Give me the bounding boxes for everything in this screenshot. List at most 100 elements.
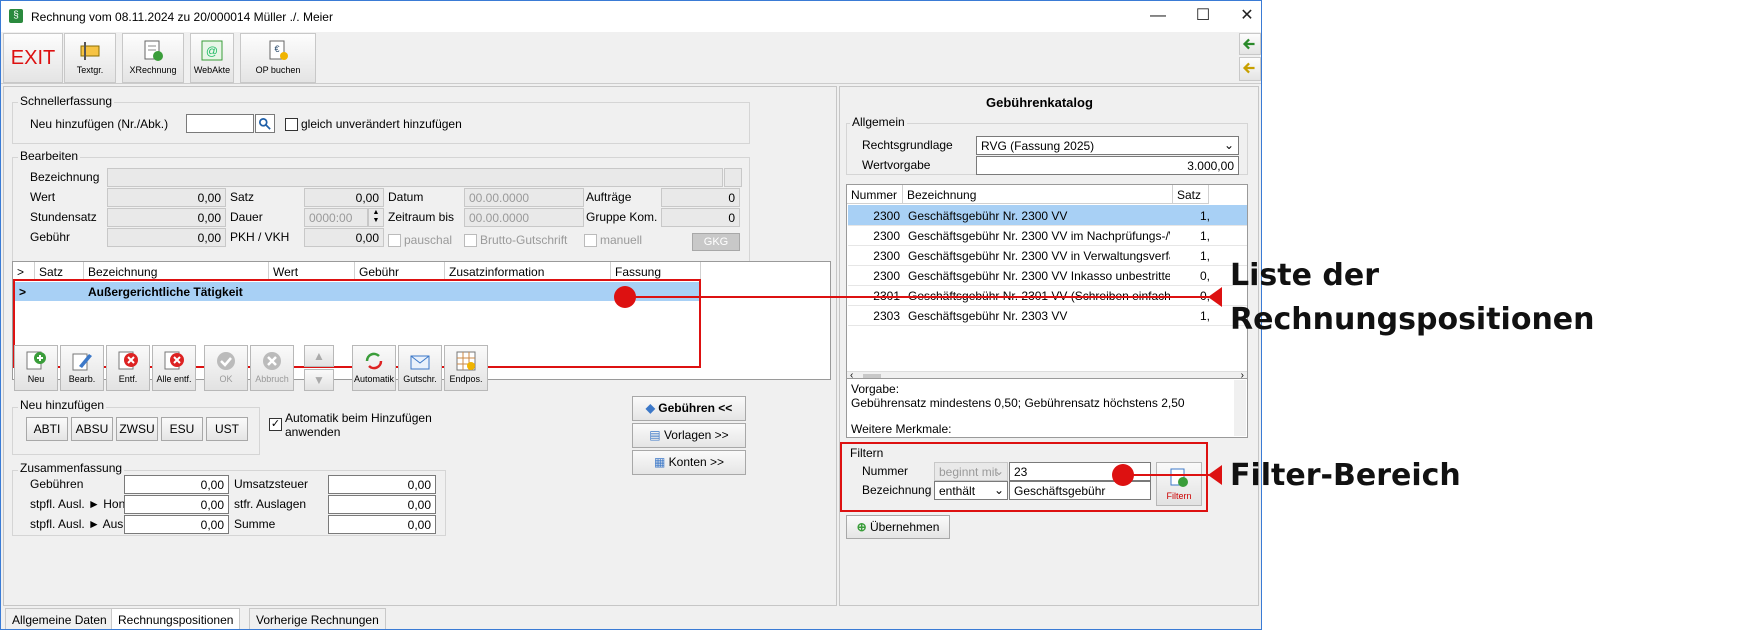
- refresh-icon: [365, 352, 383, 370]
- zwsu-button[interactable]: ZWSU: [116, 417, 158, 441]
- alle-entf-button[interactable]: Alle entf.: [152, 345, 196, 391]
- katalog-row[interactable]: 2300 Geschäftsgebühr Nr. 2300 VV Inkasso …: [848, 265, 1247, 286]
- esu-button[interactable]: ESU: [161, 417, 203, 441]
- delete-all-icon: [164, 351, 184, 370]
- close-button[interactable]: ✕: [1232, 5, 1261, 27]
- summe-field: 0,00: [328, 515, 436, 534]
- textgr-button[interactable]: Textgr.: [64, 33, 116, 83]
- stundensatz-field: 0,00: [107, 208, 226, 227]
- webakte-label: WebAkte: [193, 65, 231, 75]
- move-up-icon[interactable]: ▲: [304, 345, 334, 367]
- pkh-field: 0,00: [304, 228, 384, 247]
- bearb-button[interactable]: Bearb.: [60, 345, 104, 391]
- move-down-icon[interactable]: ▼: [304, 369, 334, 391]
- op-buchen-icon: €: [269, 40, 288, 60]
- absu-button[interactable]: ABSU: [71, 417, 113, 441]
- katalog-row[interactable]: 2300 Geschäftsgebühr Nr. 2300 VV in Verwa…: [848, 245, 1247, 266]
- vorgabe-textarea[interactable]: Vorgabe: Gebührensatz mindestens 0,50; G…: [846, 378, 1248, 438]
- stundensatz-label: Stundensatz: [30, 210, 97, 224]
- automatik-checkbox[interactable]: ✓: [269, 418, 282, 431]
- toolbar: EXIT Textgr. XRechnung @ WebAkte € OP bu…: [1, 32, 1261, 84]
- neu-button[interactable]: Neu: [14, 345, 58, 391]
- filter-bezeichnung-input[interactable]: Geschäftsgebühr: [1009, 481, 1151, 500]
- col-header-katalog-satz[interactable]: Satz: [1173, 185, 1209, 204]
- filter-nummer-label: Nummer: [862, 464, 909, 478]
- annotation-liste-line1: Liste der: [1230, 258, 1380, 293]
- katalog-bezeichnung: Geschäftsgebühr Nr. 2300 VV im Nachprüfu…: [908, 229, 1170, 243]
- abbruch-label: Abbruch: [255, 374, 289, 384]
- chevron-down-icon: ⌄: [993, 464, 1004, 478]
- auftraege-field: 0: [661, 188, 740, 207]
- endpos-button[interactable]: Endpos.: [444, 345, 488, 391]
- brutto-checkbox[interactable]: [464, 234, 477, 247]
- bezeichnung-field: [107, 168, 723, 187]
- katalog-satz: 1,: [1200, 209, 1211, 223]
- pauschal-checkbox[interactable]: [388, 234, 401, 247]
- tag-icon: ◆: [645, 401, 659, 415]
- op-buchen-button[interactable]: € OP buchen: [240, 33, 316, 83]
- xrechnung-button[interactable]: XRechnung: [122, 33, 184, 83]
- envelope-icon: [410, 355, 430, 370]
- ausl-field: 0,00: [124, 515, 229, 534]
- col-header-nummer[interactable]: Nummer: [847, 185, 903, 204]
- wert-label: Wert: [30, 190, 56, 204]
- automatik-label-line1: Automatik beim Hinzufügen: [285, 411, 432, 425]
- minimize-button[interactable]: —: [1143, 5, 1173, 27]
- nav-back-icon[interactable]: [1239, 33, 1261, 55]
- katalog-row[interactable]: 2300 Geschäftsgebühr Nr. 2300 VV im Nachp…: [848, 225, 1247, 246]
- abbruch-button[interactable]: Abbruch: [250, 345, 294, 391]
- nav-forward-icon[interactable]: [1239, 57, 1261, 81]
- bearb-label: Bearb.: [68, 374, 96, 384]
- search-icon[interactable]: [255, 114, 275, 133]
- tab-allgemeine-daten[interactable]: Allgemeine Daten: [5, 608, 114, 629]
- filtern-button[interactable]: Filtern: [1156, 462, 1202, 506]
- gebuehren-button[interactable]: ◆ Gebühren <<: [632, 396, 746, 421]
- datum-field: 00.00.0000: [464, 188, 584, 207]
- edit-icon: [72, 353, 92, 371]
- uebernehmen-button[interactable]: ⊕ Übernehmen: [846, 515, 950, 539]
- op-buchen-label: OP buchen: [255, 65, 301, 75]
- vorgabe-line3: Weitere Merkmale:: [851, 422, 952, 436]
- cancel-icon: [263, 352, 281, 370]
- filter-nummer-mode[interactable]: beginnt mit ⌄: [934, 462, 1008, 481]
- gebuehr-label: Gebühr: [30, 230, 71, 244]
- textgr-label: Textgr.: [76, 65, 104, 75]
- entf-button[interactable]: Entf.: [106, 345, 150, 391]
- maximize-button[interactable]: ☐: [1188, 5, 1218, 27]
- webakte-button[interactable]: @ WebAkte: [190, 33, 234, 83]
- katalog-row[interactable]: 2300 Geschäftsgebühr Nr. 2300 VV 1,: [848, 205, 1247, 226]
- annotation-liste-line2: Rechnungspositionen: [1230, 302, 1595, 337]
- manuell-checkbox[interactable]: [584, 234, 597, 247]
- gkg-button[interactable]: GKG: [692, 233, 740, 251]
- rechtsgrundlage-select[interactable]: RVG (Fassung 2025) ⌄: [976, 136, 1239, 155]
- ust-button[interactable]: UST: [206, 417, 248, 441]
- katalog-row[interactable]: 2303 Geschäftsgebühr Nr. 2303 VV 1,: [848, 305, 1247, 326]
- abti-button[interactable]: ABTI: [26, 417, 68, 441]
- gebuehren-sum-field: 0,00: [124, 475, 229, 494]
- tab-rechnungspositionen[interactable]: Rechnungspositionen: [111, 608, 241, 629]
- filter-bezeichnung-mode-value: enthält: [939, 484, 976, 498]
- satz-field: 0,00: [304, 188, 384, 207]
- exit-button[interactable]: EXIT: [3, 33, 63, 83]
- bezeichnung-label: Bezeichnung: [30, 170, 100, 184]
- filter-bezeichnung-mode[interactable]: enthält ⌄: [934, 481, 1008, 500]
- tab-vorherige-rechnungen[interactable]: Vorherige Rechnungen: [249, 608, 386, 629]
- wertvorgabe-field[interactable]: 3.000,00: [976, 156, 1239, 175]
- filter-nummer-mode-value: beginnt mit: [939, 465, 998, 479]
- neu-hinzufuegen-input[interactable]: [186, 114, 254, 133]
- xrechnung-icon: [144, 40, 163, 61]
- vertical-scrollbar[interactable]: [1234, 380, 1246, 436]
- title-bar: § Rechnung vom 08.11.2024 zu 20/000014 M…: [1, 1, 1261, 32]
- gebuehrenkatalog-panel: Gebührenkatalog Allgemein Rechtsgrundlag…: [839, 86, 1259, 606]
- stfr-field: 0,00: [328, 495, 436, 514]
- uebernehmen-label: Übernehmen: [870, 520, 940, 534]
- col-header-katalog-bezeichnung[interactable]: Bezeichnung: [903, 185, 1173, 204]
- vorlagen-button[interactable]: ▤ Vorlagen >>: [632, 423, 746, 448]
- konten-button[interactable]: ▦ Konten >>: [632, 450, 746, 475]
- gutschr-button[interactable]: Gutschr.: [398, 345, 442, 391]
- gleich-unveraendert-checkbox[interactable]: [285, 118, 298, 131]
- edit-text-icon[interactable]: [724, 168, 742, 187]
- ausl-label: stpfl. Ausl. ► Ausl.: [30, 517, 130, 531]
- ok-button[interactable]: OK: [204, 345, 248, 391]
- automatik-button[interactable]: Automatik: [352, 345, 396, 391]
